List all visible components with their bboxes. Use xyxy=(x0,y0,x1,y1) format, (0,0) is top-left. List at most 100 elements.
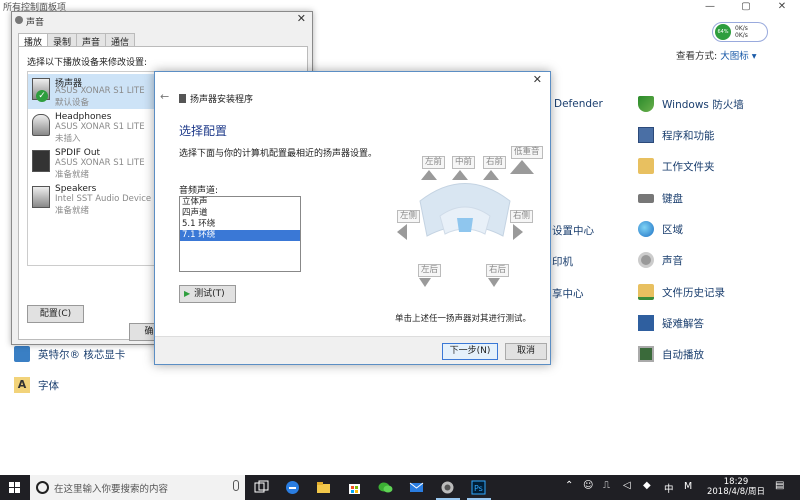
cp-item-fonts[interactable]: A 字体 xyxy=(14,377,59,393)
close-icon[interactable]: ✕ xyxy=(533,73,542,86)
speaker-center-icon[interactable] xyxy=(452,170,468,180)
network-usage-circle: 64% xyxy=(715,24,731,40)
cp-item-label: 英特尔® 核芯显卡 xyxy=(38,348,126,361)
cp-item-label: 声音 xyxy=(662,254,683,267)
test-button-label: 测试(T) xyxy=(194,289,225,299)
wizard-hint: 单击上述任一扬声器对其进行测试。 xyxy=(395,314,532,324)
programs-icon xyxy=(638,127,654,143)
system-clock[interactable]: 18:29 2018/4/8/周日 xyxy=(706,477,766,497)
speaker-device-icon xyxy=(32,186,50,208)
close-button[interactable]: ✕ xyxy=(764,0,800,13)
edge-icon[interactable] xyxy=(285,480,300,495)
channel-option-5-1[interactable]: 5.1 环绕 xyxy=(180,219,300,230)
cp-item-label: 区域 xyxy=(662,223,683,236)
speaker-front-right-icon[interactable] xyxy=(483,170,499,180)
device-driver: ASUS XONAR S1 LITE xyxy=(55,122,145,132)
device-status: 准备就绪 xyxy=(55,170,90,180)
speaker-front-left-icon[interactable] xyxy=(421,170,437,180)
task-view-icon[interactable] xyxy=(254,480,269,495)
people-icon[interactable]: ☺ xyxy=(583,480,593,491)
device-driver: ASUS XONAR S1 LITE xyxy=(55,158,145,168)
speaker-label-side-right[interactable]: 右侧 xyxy=(510,210,534,223)
back-arrow-icon[interactable]: ← xyxy=(160,90,169,103)
speaker-label-rear-left[interactable]: 左后 xyxy=(418,264,442,277)
device-status: 准备就绪 xyxy=(55,206,90,216)
cp-item-label: Windows 防火墙 xyxy=(662,98,744,111)
channel-option-stereo[interactable]: 立体声 xyxy=(180,197,300,208)
network-speed-widget: 64% 0K/s 0K/s xyxy=(712,22,768,42)
cp-item-file-history[interactable]: 文件历史记录 xyxy=(638,284,725,300)
cp-item-sound[interactable]: 声音 xyxy=(638,252,683,268)
spdif-icon xyxy=(32,150,50,172)
channel-option-7-1[interactable]: 7.1 环绕 xyxy=(180,230,300,241)
tray-m-indicator[interactable]: M xyxy=(684,481,692,492)
file-history-icon xyxy=(638,284,654,300)
firewall-icon xyxy=(638,96,654,112)
device-name: SPDIF Out xyxy=(55,148,101,158)
next-button[interactable]: 下一步(N) xyxy=(442,343,498,360)
sound-dialog-title: 声音 xyxy=(26,18,45,28)
maximize-button[interactable]: ▢ xyxy=(728,0,764,13)
view-by-control: 查看方式: 大图标 ▾ xyxy=(676,48,757,62)
close-icon[interactable]: ✕ xyxy=(297,12,306,25)
volume-icon[interactable]: ◁ xyxy=(623,480,631,491)
microphone-icon[interactable] xyxy=(233,480,239,491)
cp-item-keyboard[interactable]: 键盘 xyxy=(638,190,683,206)
cp-item-autoplay[interactable]: 自动播放 xyxy=(638,346,704,362)
device-driver: ASUS XONAR S1 LITE xyxy=(55,86,145,96)
photoshop-icon[interactable]: Ps xyxy=(471,480,486,495)
view-by-dropdown[interactable]: 大图标 ▾ xyxy=(720,51,756,62)
audio-channels-list: 立体声 四声道 5.1 环绕 7.1 环绕 xyxy=(179,196,301,272)
wizard-title: 扬声器安装程序 xyxy=(190,95,254,105)
cp-item-printers-partial[interactable]: 印机 xyxy=(552,254,573,269)
audio-channels-label: 音频声道: xyxy=(179,186,219,196)
cp-item-programs[interactable]: 程序和功能 xyxy=(638,127,715,143)
sound-settings-app-icon[interactable] xyxy=(440,480,455,495)
subwoofer-icon[interactable] xyxy=(510,160,534,174)
speaker-label-front-left[interactable]: 左前 xyxy=(422,156,446,169)
store-icon[interactable] xyxy=(347,480,362,495)
speaker-label-subwoofer[interactable]: 低重音 xyxy=(511,146,543,159)
cp-item-firewall[interactable]: Windows 防火墙 xyxy=(638,96,744,112)
speaker-rear-right-icon[interactable] xyxy=(488,278,500,287)
cp-item-work-folders[interactable]: 工作文件夹 xyxy=(638,158,715,174)
wechat-icon[interactable] xyxy=(378,480,393,495)
search-placeholder: 在这里输入你要搜索的内容 xyxy=(54,484,169,495)
configure-button[interactable]: 配置(C) xyxy=(27,305,84,323)
device-status: 默认设备 xyxy=(55,98,90,108)
cp-item-defender-partial[interactable]: Defender xyxy=(554,98,603,110)
speaker-label-center[interactable]: 中前 xyxy=(452,156,476,169)
speaker-side-right-icon[interactable] xyxy=(513,224,523,240)
taskbar: 在这里输入你要搜索的内容 Ps ⌃ ☺ ⎍ ◁ ◆ 中 M 18:29 2018… xyxy=(0,475,800,500)
cp-item-label: 工作文件夹 xyxy=(662,160,715,173)
file-explorer-icon[interactable] xyxy=(316,480,331,495)
cp-item-region[interactable]: 区域 xyxy=(638,221,683,237)
speaker-rear-left-icon[interactable] xyxy=(419,278,431,287)
test-button[interactable]: ▶ 测试(T) xyxy=(179,285,236,303)
channel-option-quad[interactable]: 四声道 xyxy=(180,208,300,219)
intel-graphics-icon xyxy=(14,346,30,362)
cp-item-troubleshooting[interactable]: 疑难解答 xyxy=(638,315,704,331)
cp-item-label: 文件历史记录 xyxy=(662,286,725,299)
input-method-indicator[interactable]: 中 xyxy=(664,481,674,495)
cp-item-intel-graphics[interactable]: 英特尔® 核芯显卡 xyxy=(14,346,125,362)
speaker-label-side-left[interactable]: 左侧 xyxy=(397,210,421,223)
start-button[interactable] xyxy=(0,475,28,500)
cortana-icon xyxy=(36,481,49,494)
cancel-button[interactable]: 取消 xyxy=(505,343,547,360)
notification-center-icon[interactable]: ▤ xyxy=(775,480,784,491)
device-name: Speakers xyxy=(55,184,97,194)
network-icon[interactable]: ⎍ xyxy=(603,480,610,491)
mail-icon[interactable] xyxy=(409,480,424,495)
cp-item-settings-center-partial[interactable]: 设置中心 xyxy=(552,223,594,238)
cp-item-sharing-center-partial[interactable]: 享中心 xyxy=(552,286,584,301)
search-box[interactable]: 在这里输入你要搜索的内容 xyxy=(30,475,245,500)
windows-logo-icon xyxy=(9,482,20,493)
minimize-button[interactable]: — xyxy=(692,0,728,13)
tray-expand-icon[interactable]: ⌃ xyxy=(565,480,573,491)
speaker-label-rear-right[interactable]: 右后 xyxy=(486,264,510,277)
speaker-side-left-icon[interactable] xyxy=(397,224,407,240)
security-icon[interactable]: ◆ xyxy=(643,480,651,491)
speaker-label-front-right[interactable]: 右前 xyxy=(483,156,507,169)
cp-item-label: 键盘 xyxy=(662,192,683,205)
